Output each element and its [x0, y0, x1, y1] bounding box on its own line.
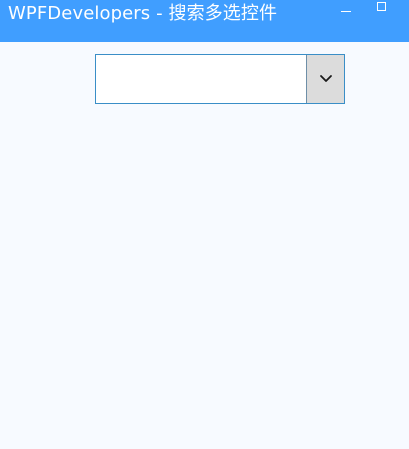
title-bar[interactable]: WPFDevelopers - 搜索多选控件: [0, 0, 409, 42]
window-title: WPFDevelopers - 搜索多选控件: [8, 3, 278, 24]
dropdown-toggle-button[interactable]: [306, 55, 344, 103]
minimize-button[interactable]: [332, 0, 362, 24]
chevron-down-icon: [320, 75, 332, 82]
window-content: [0, 42, 409, 449]
maximize-button[interactable]: [368, 0, 398, 24]
search-input[interactable]: [96, 55, 306, 103]
multi-select-search-combobox[interactable]: [95, 54, 345, 104]
main-window: WPFDevelopers - 搜索多选控件: [0, 0, 409, 449]
maximize-icon: [377, 2, 386, 11]
minimize-icon: [341, 11, 351, 12]
